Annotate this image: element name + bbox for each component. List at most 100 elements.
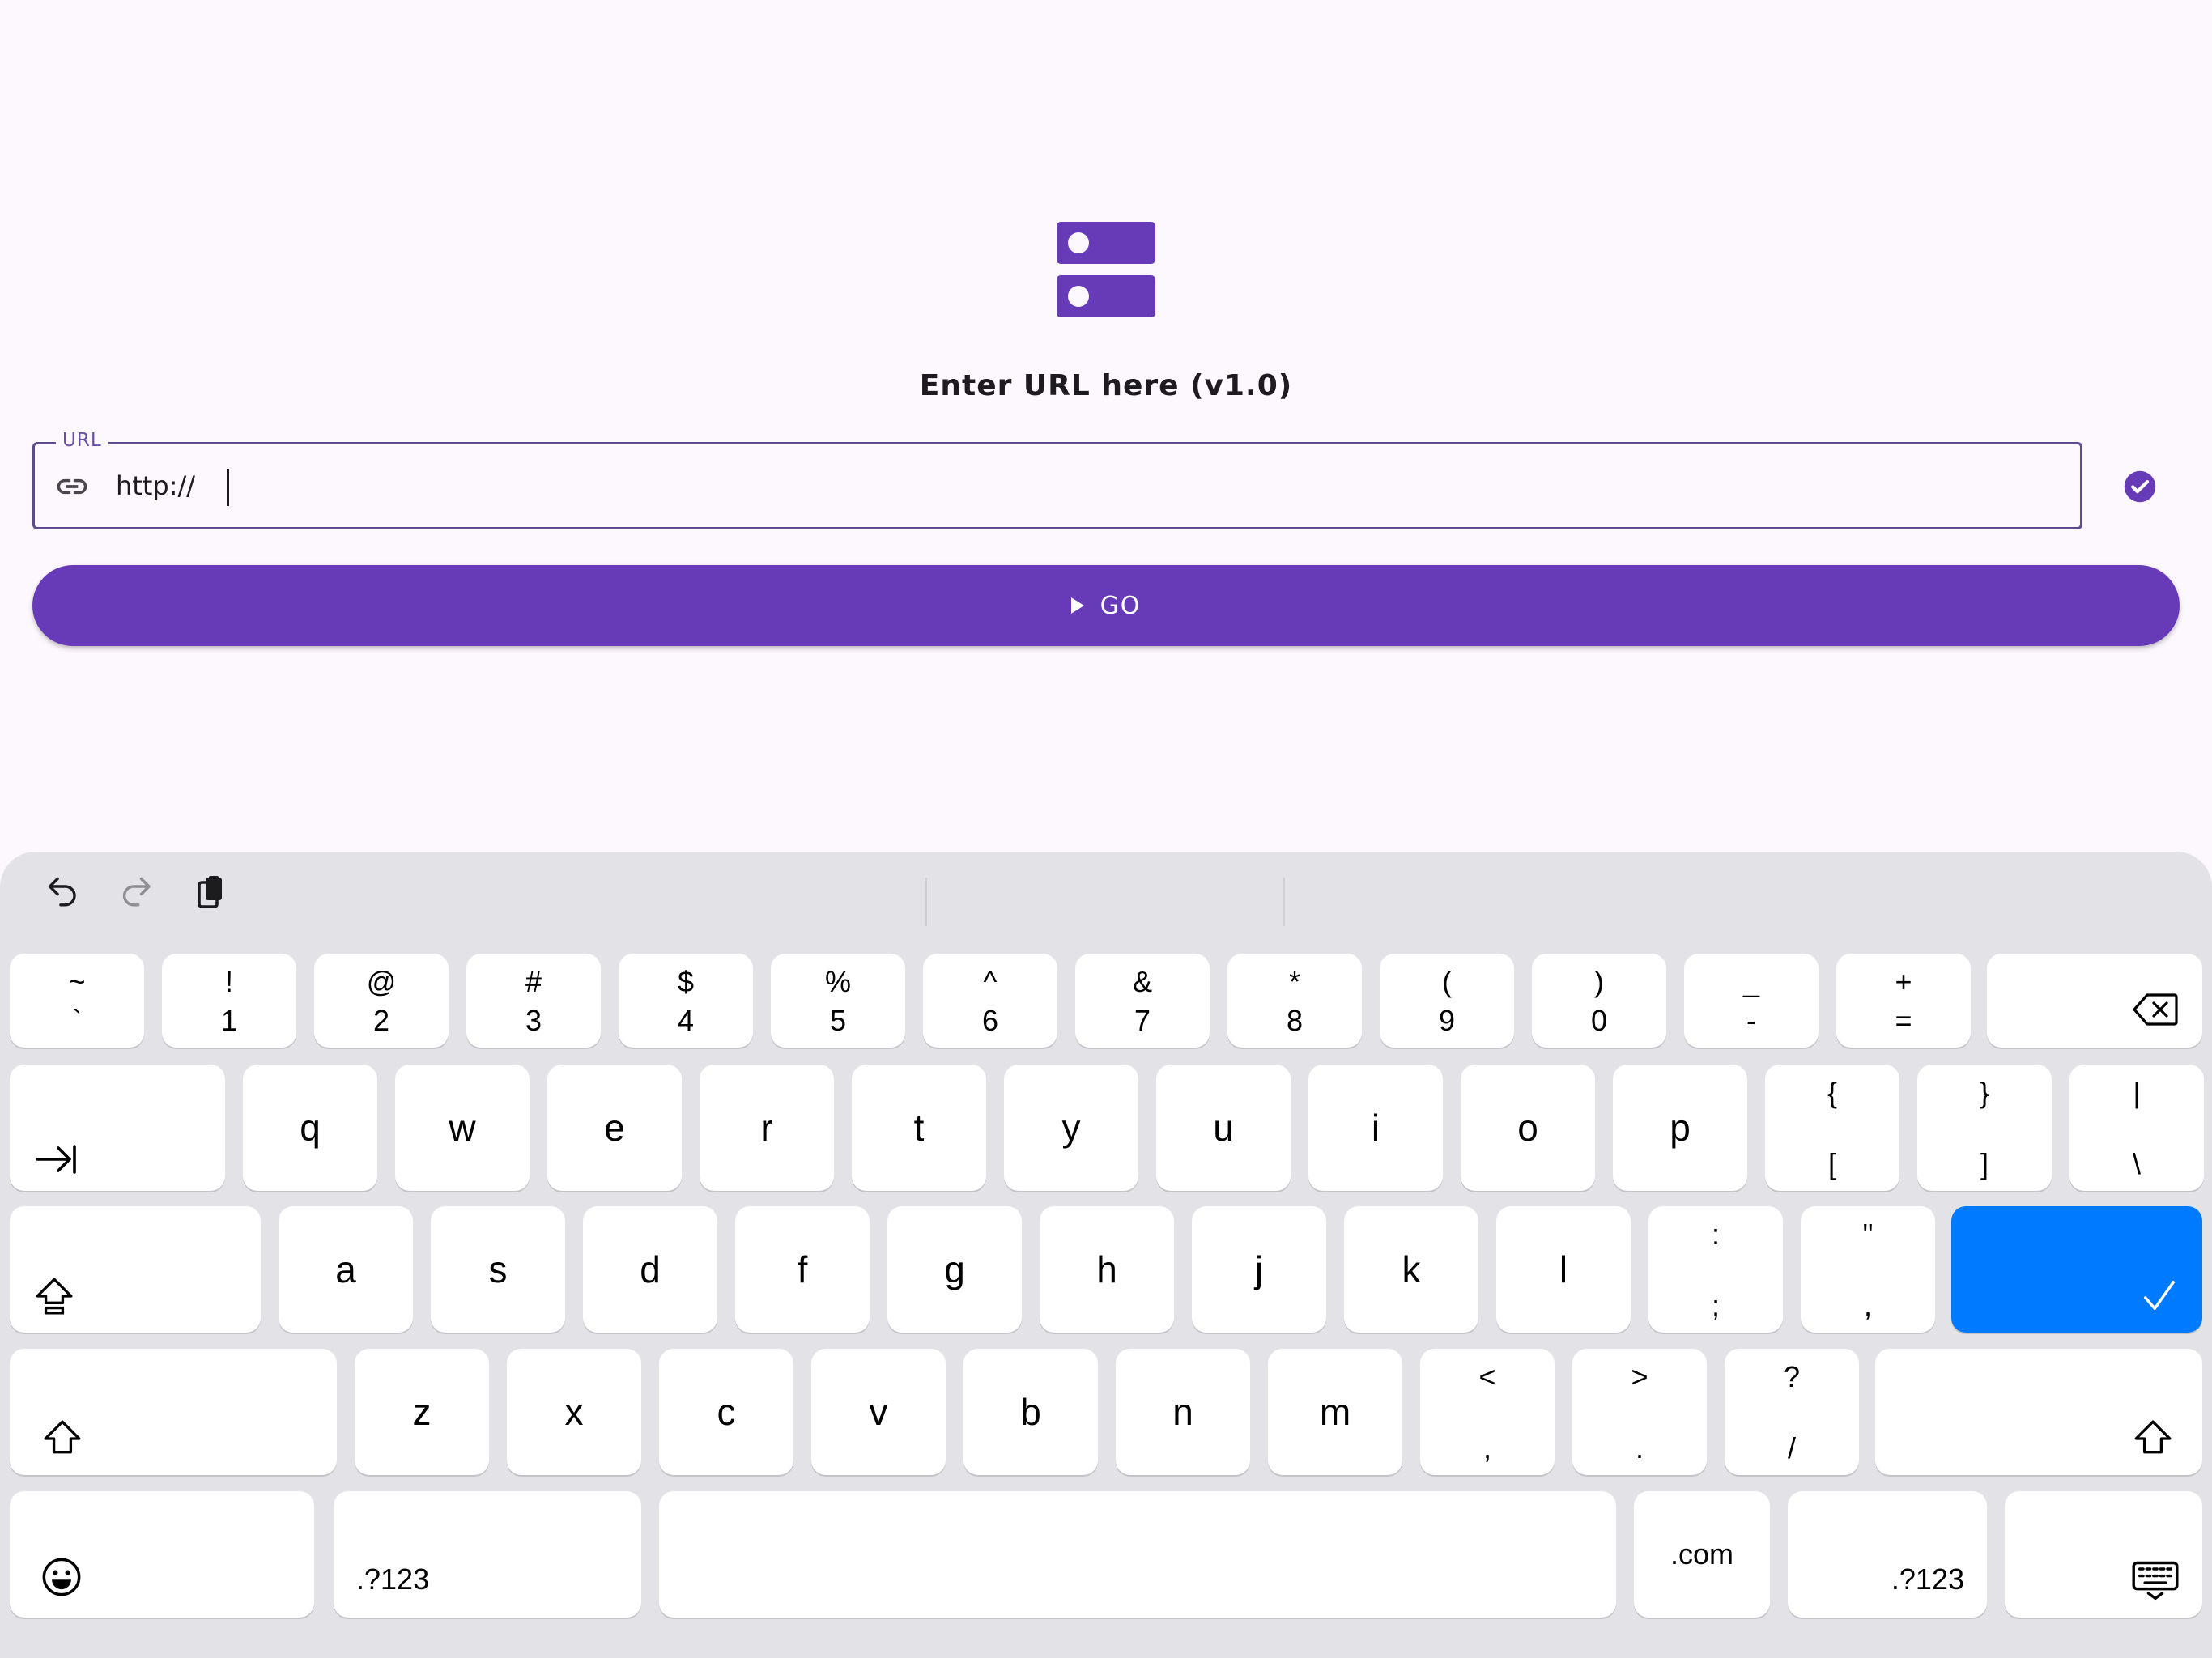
tab-icon [36, 1145, 76, 1174]
key-k[interactable]: k [1344, 1206, 1478, 1333]
key-f[interactable]: f [735, 1206, 870, 1333]
key-label: a [335, 1248, 356, 1290]
key-number-9[interactable]: (9 [1380, 954, 1514, 1048]
key-y[interactable]: y [1004, 1065, 1138, 1191]
key-number-5[interactable]: % 5 [771, 954, 905, 1048]
key-h[interactable]: h [1040, 1206, 1174, 1333]
key-p[interactable]: p [1613, 1065, 1747, 1191]
key-shift-label: ) [1594, 965, 1604, 998]
key-b[interactable]: b [963, 1349, 1098, 1475]
key-number-1[interactable]: ! 1 [162, 954, 296, 1048]
key-label: x [564, 1391, 584, 1433]
symbols-key-left[interactable]: .?123 [334, 1491, 641, 1618]
key-i[interactable]: i [1308, 1065, 1443, 1191]
backspace-key[interactable] [1987, 954, 2202, 1048]
key-label: r [760, 1107, 773, 1149]
key-o[interactable]: o [1461, 1065, 1595, 1191]
key-t[interactable]: t [852, 1065, 986, 1191]
key-shift-label: | [2133, 1076, 2141, 1109]
key-label: c [717, 1391, 736, 1433]
key-e[interactable]: e [547, 1065, 682, 1191]
redo-icon[interactable] [118, 874, 157, 913]
key-symbol-2[interactable]: ? / [1725, 1349, 1859, 1475]
dot-com-key[interactable]: .com [1634, 1491, 1770, 1618]
symbols-key-label: .?123 [1891, 1562, 1964, 1596]
play-icon [1070, 597, 1084, 614]
key-symbol-0[interactable]: :; [1648, 1206, 1783, 1333]
key-label: 3 [525, 1004, 542, 1037]
key-c[interactable]: c [659, 1349, 793, 1475]
key-number-6[interactable]: ^ 6 [923, 954, 1057, 1048]
key-label: p [1670, 1107, 1691, 1149]
key-m[interactable]: m [1268, 1349, 1402, 1475]
key-w[interactable]: w [395, 1065, 530, 1191]
url-field[interactable]: URL [32, 430, 2082, 529]
key-number-2[interactable]: @2 [314, 954, 449, 1048]
key-label: q [300, 1107, 321, 1149]
key-number-10[interactable]: ) 0 [1532, 954, 1666, 1048]
clipboard-icon[interactable] [191, 873, 230, 912]
key-label: v [869, 1391, 888, 1433]
key-number-11[interactable]: _ - [1684, 954, 1819, 1048]
key-number-0[interactable]: ~ ` [10, 954, 144, 1048]
tab-key[interactable] [10, 1065, 225, 1191]
key-shift-label: { [1827, 1076, 1838, 1109]
shift-key-left[interactable] [10, 1349, 337, 1475]
symbols-key-right[interactable]: .?123 [1788, 1491, 1987, 1618]
enter-key[interactable] [1951, 1206, 2202, 1333]
key-number-8[interactable]: * 8 [1227, 954, 1362, 1048]
key-number-12[interactable]: + = [1836, 954, 1971, 1048]
key-symbol-1[interactable]: >. [1572, 1349, 1707, 1475]
key-label: , [1482, 1431, 1491, 1465]
key-symbol-0[interactable]: {[ [1765, 1065, 1899, 1191]
key-label: s [488, 1248, 508, 1290]
key-symbol-0[interactable]: <, [1420, 1349, 1555, 1475]
key-x[interactable]: x [507, 1349, 641, 1475]
key-s[interactable]: s [431, 1206, 565, 1333]
key-label: l [1559, 1248, 1568, 1290]
key-j[interactable]: j [1192, 1206, 1326, 1333]
key-symbol-1[interactable]: }] [1917, 1065, 2052, 1191]
key-label: 0 [1590, 1004, 1608, 1037]
key-shift-label: > [1631, 1360, 1648, 1393]
toolbar-divider [1283, 878, 1285, 926]
key-n[interactable]: n [1116, 1349, 1250, 1475]
key-number-7[interactable]: & 7 [1075, 954, 1210, 1048]
key-shift-label: $ [677, 965, 695, 998]
key-shift-label: } [1979, 1076, 1990, 1109]
key-l[interactable]: l [1496, 1206, 1631, 1333]
key-label: 1 [220, 1004, 238, 1037]
dot-com-key-label: .com [1670, 1537, 1733, 1571]
shift-key-right[interactable] [1875, 1349, 2202, 1475]
caps-lock-key[interactable] [10, 1206, 261, 1333]
key-shift-label: @ [366, 965, 397, 998]
key-label: h [1096, 1248, 1117, 1290]
emoji-key[interactable] [10, 1491, 314, 1618]
key-a[interactable]: a [279, 1206, 413, 1333]
key-v[interactable]: v [811, 1349, 946, 1475]
space-key[interactable] [659, 1491, 1616, 1618]
key-z[interactable]: z [355, 1349, 489, 1475]
key-shift-label: + [1895, 965, 1912, 998]
go-button[interactable]: GO [32, 565, 2180, 646]
key-number-3[interactable]: #3 [466, 954, 601, 1048]
key-d[interactable]: d [583, 1206, 717, 1333]
key-symbol-2[interactable]: | \ [2069, 1065, 2204, 1191]
key-number-4[interactable]: $4 [619, 954, 753, 1048]
key-shift-label: " [1862, 1218, 1874, 1251]
key-r[interactable]: r [700, 1065, 834, 1191]
key-symbol-1[interactable]: ", [1801, 1206, 1935, 1333]
key-label: . [1635, 1431, 1644, 1465]
key-g[interactable]: g [887, 1206, 1022, 1333]
check-circle-icon[interactable] [2123, 470, 2157, 504]
key-label: ; [1711, 1289, 1720, 1322]
key-q[interactable]: q [243, 1065, 377, 1191]
hide-keyboard-key[interactable] [2005, 1491, 2202, 1618]
key-u[interactable]: u [1156, 1065, 1291, 1191]
go-button-label: GO [1100, 591, 1142, 620]
url-input[interactable] [116, 466, 2043, 506]
key-label: f [797, 1248, 808, 1290]
key-label: ` [72, 1004, 82, 1037]
undo-icon[interactable] [44, 874, 83, 913]
key-label: t [913, 1107, 925, 1149]
